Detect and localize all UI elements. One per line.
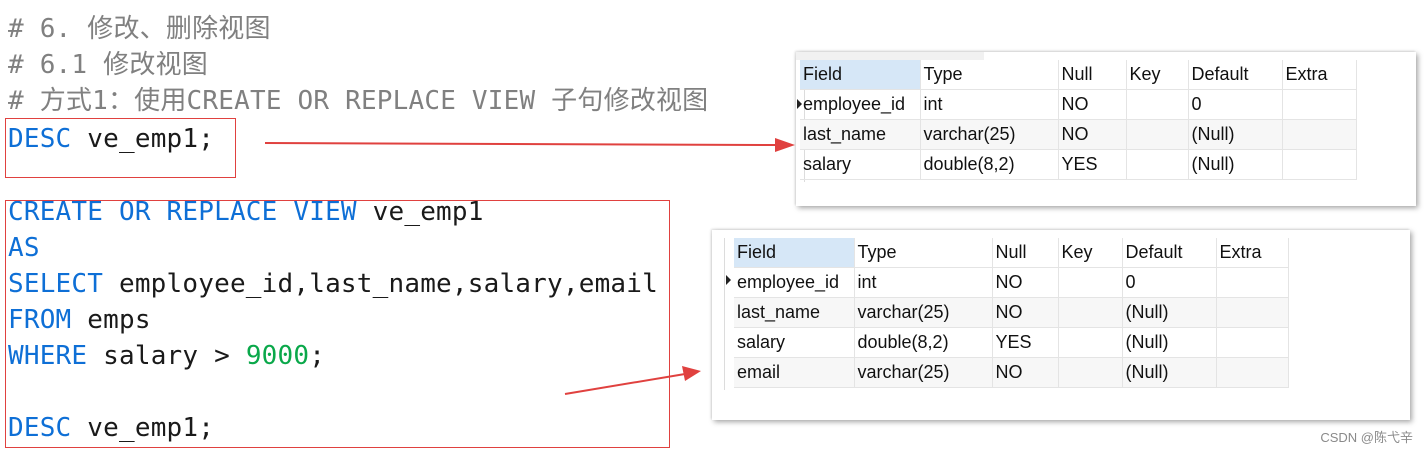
column-header[interactable]: Type — [854, 238, 993, 268]
current-row-icon — [726, 275, 731, 285]
table-cell[interactable] — [1058, 267, 1123, 298]
table-row[interactable]: employee_id int NO 0 — [800, 89, 1357, 120]
table-cell[interactable] — [1282, 149, 1357, 180]
table-cell[interactable] — [1126, 89, 1189, 120]
arrow-to-result-1 — [264, 138, 795, 152]
table-cell[interactable] — [1216, 297, 1289, 328]
header-row: Field Type Null Key Default Extra — [800, 60, 1357, 90]
table-cell[interactable]: 0 — [1122, 267, 1217, 298]
panel-tab-strip — [796, 52, 984, 60]
row-marker-column — [716, 238, 725, 390]
column-header[interactable]: Extra — [1216, 238, 1289, 268]
column-header[interactable]: Key — [1058, 238, 1123, 268]
table-cell[interactable]: varchar(25) — [854, 297, 993, 328]
table-cell[interactable]: employee_id — [734, 267, 855, 298]
result-grid-1[interactable]: Field Type Null Key Default Extra employee_id… — [800, 60, 1357, 180]
table-cell[interactable]: NO — [1058, 89, 1127, 120]
table-cell[interactable]: employee_id — [800, 89, 921, 120]
table-cell[interactable] — [1216, 267, 1289, 298]
table-cell[interactable]: (Null) — [1188, 149, 1283, 180]
table-cell[interactable]: (Null) — [1188, 119, 1283, 150]
table-cell[interactable]: salary — [800, 149, 921, 180]
table-cell[interactable]: (Null) — [1122, 327, 1217, 358]
column-header[interactable]: Key — [1126, 60, 1189, 90]
table-cell[interactable]: email — [734, 357, 855, 388]
column-header[interactable]: Null — [1058, 60, 1127, 90]
column-header[interactable]: Default — [1122, 238, 1217, 268]
table-row[interactable]: email varchar(25) NO (Null) — [734, 357, 1289, 388]
table-cell[interactable] — [1126, 119, 1189, 150]
table-cell[interactable]: (Null) — [1122, 357, 1217, 388]
table-cell[interactable]: (Null) — [1122, 297, 1217, 328]
table-cell[interactable] — [1282, 119, 1357, 150]
column-header[interactable]: Field — [734, 238, 855, 268]
table-cell[interactable]: int — [920, 89, 1059, 120]
result-panel-2: Field Type Null Key Default Extra employee_id… — [712, 230, 1410, 420]
table-cell[interactable] — [1216, 357, 1289, 388]
table-cell[interactable]: varchar(25) — [920, 119, 1059, 150]
column-header[interactable]: Default — [1188, 60, 1283, 90]
table-cell[interactable]: NO — [1058, 119, 1127, 150]
table-cell[interactable]: NO — [992, 357, 1059, 388]
table-row[interactable]: salary double(8,2) YES (Null) — [800, 149, 1357, 180]
result-grid-2[interactable]: Field Type Null Key Default Extra employee_id… — [734, 238, 1289, 388]
table-cell[interactable] — [1282, 89, 1357, 120]
table-cell[interactable] — [1058, 357, 1123, 388]
column-header[interactable]: Type — [920, 60, 1059, 90]
table-cell[interactable]: double(8,2) — [854, 327, 993, 358]
column-header[interactable]: Extra — [1282, 60, 1357, 90]
result-panel-1: Field Type Null Key Default Extra employee_id… — [796, 52, 1416, 206]
table-row[interactable]: last_name varchar(25) NO (Null) — [800, 119, 1357, 150]
table-row[interactable]: salary double(8,2) YES (Null) — [734, 327, 1289, 358]
table-cell[interactable]: NO — [992, 267, 1059, 298]
table-cell[interactable]: YES — [1058, 149, 1127, 180]
table-cell[interactable]: YES — [992, 327, 1059, 358]
table-cell[interactable] — [1058, 327, 1123, 358]
table-row[interactable]: last_name varchar(25) NO (Null) — [734, 297, 1289, 328]
table-cell[interactable] — [1126, 149, 1189, 180]
column-header[interactable]: Field — [800, 60, 921, 90]
table-cell[interactable]: varchar(25) — [854, 357, 993, 388]
watermark: CSDN @陈弋辛 — [1320, 430, 1413, 445]
table-cell[interactable]: 0 — [1188, 89, 1283, 120]
table-cell[interactable]: last_name — [800, 119, 921, 150]
header-row: Field Type Null Key Default Extra — [734, 238, 1289, 268]
table-row[interactable]: employee_id int NO 0 — [734, 267, 1289, 298]
table-cell[interactable] — [1058, 297, 1123, 328]
table-cell[interactable]: salary — [734, 327, 855, 358]
table-cell[interactable] — [1216, 327, 1289, 358]
table-cell[interactable]: int — [854, 267, 993, 298]
table-cell[interactable]: double(8,2) — [920, 149, 1059, 180]
arrow-to-result-2 — [564, 366, 701, 395]
column-header[interactable]: Null — [992, 238, 1059, 268]
table-cell[interactable]: NO — [992, 297, 1059, 328]
table-cell[interactable]: last_name — [734, 297, 855, 328]
